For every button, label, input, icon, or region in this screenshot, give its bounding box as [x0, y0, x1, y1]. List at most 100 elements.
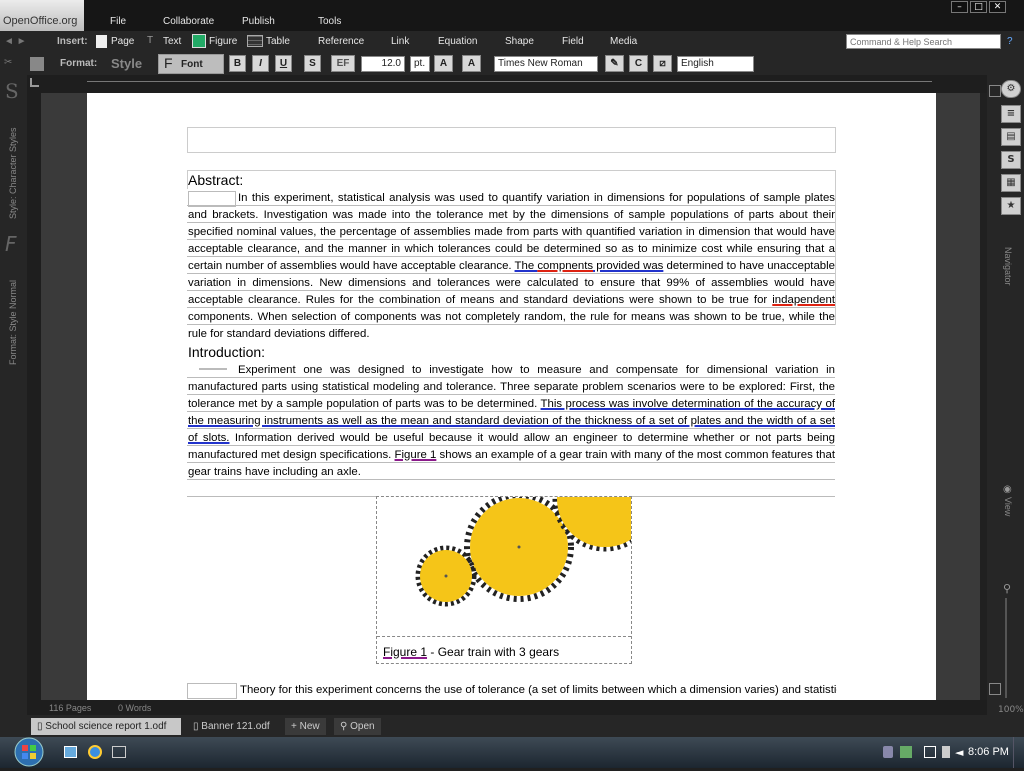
- close-button[interactable]: ✕: [989, 1, 1006, 13]
- abstract-heading[interactable]: Abstract:: [188, 172, 243, 188]
- italic-button[interactable]: I: [252, 55, 269, 72]
- character-style-panel-icon[interactable]: S: [1001, 151, 1021, 169]
- gear-train-image[interactable]: [377, 446, 658, 637]
- figure-frame[interactable]: Figure 1 - Gear train with 3 gears: [376, 446, 658, 664]
- show-desktop-button[interactable]: [1013, 737, 1024, 768]
- menu-tools[interactable]: Tools: [318, 16, 341, 27]
- caption-text: - Gear train with 3 gears: [427, 645, 560, 659]
- insert-reference[interactable]: Reference: [318, 36, 364, 47]
- command-search-input[interactable]: [846, 34, 1001, 49]
- style-label[interactable]: Style: [111, 56, 142, 71]
- eye-icon[interactable]: ◉: [1003, 484, 1012, 495]
- format-style-icon[interactable]: F: [5, 232, 17, 256]
- text-icon[interactable]: T: [147, 35, 153, 46]
- gallery-icon[interactable]: ★: [1001, 197, 1021, 215]
- abstract-spelling-2: indapendent: [772, 294, 835, 306]
- language-select[interactable]: English: [677, 56, 754, 72]
- page-style-icon[interactable]: ▤: [1001, 128, 1021, 146]
- maximize-button[interactable]: □: [970, 1, 987, 13]
- format-style-label[interactable]: Format: Style Normal: [8, 265, 18, 365]
- help-icon[interactable]: ?: [1007, 36, 1013, 47]
- settings-icon[interactable]: ⚙: [1001, 80, 1021, 98]
- clock[interactable]: 8:06 PM: [968, 746, 1009, 758]
- tab-new[interactable]: + New: [285, 718, 326, 735]
- quicklaunch-desktop-icon[interactable]: [64, 746, 77, 758]
- table-style-icon[interactable]: ▦: [1001, 174, 1021, 192]
- font-effects-icon[interactable]: EF: [331, 55, 355, 72]
- bold-button[interactable]: B: [229, 55, 246, 72]
- back-icon[interactable]: ◄ ►: [4, 36, 27, 47]
- size-unit-select[interactable]: pt.: [410, 56, 430, 72]
- navigator-label[interactable]: Navigator: [1003, 247, 1013, 297]
- strike-button[interactable]: S: [304, 55, 321, 72]
- introduction-paragraph[interactable]: Experiment one was designed to investiga…: [188, 362, 835, 481]
- insert-media[interactable]: Media: [610, 36, 637, 47]
- ruler-scale: [87, 81, 932, 88]
- start-button[interactable]: [9, 737, 49, 768]
- volume-icon[interactable]: ◄: [955, 746, 965, 759]
- insert-page[interactable]: Page: [111, 36, 134, 47]
- abstract-paragraph[interactable]: In this experiment, statistical analysis…: [188, 190, 835, 343]
- paste-icon[interactable]: [30, 57, 44, 71]
- scroll-up-button[interactable]: [989, 85, 1001, 97]
- page-header-frame[interactable]: [187, 127, 836, 153]
- safely-remove-icon[interactable]: [924, 746, 936, 758]
- insert-field[interactable]: Field: [562, 36, 584, 47]
- figure-caption[interactable]: Figure 1 - Gear train with 3 gears: [383, 645, 559, 659]
- insert-link[interactable]: Link: [391, 36, 409, 47]
- internet-explorer-icon[interactable]: [88, 745, 102, 759]
- superscript-button[interactable]: A: [434, 55, 453, 72]
- subscript-button[interactable]: A: [462, 55, 481, 72]
- scroll-down-button[interactable]: [989, 683, 1001, 695]
- status-bar: 116 Pages 0 Words: [41, 701, 301, 713]
- insert-shape[interactable]: Shape: [505, 36, 534, 47]
- minimize-button[interactable]: –: [951, 1, 968, 13]
- horizontal-ruler[interactable]: [27, 75, 987, 93]
- network-icon[interactable]: [900, 746, 912, 758]
- theory-paragraph[interactable]: Theory for this experiment concerns the …: [240, 682, 837, 699]
- menu-file[interactable]: File: [110, 16, 126, 27]
- cut-icon[interactable]: ✂: [4, 57, 12, 68]
- document-page[interactable]: Abstract: In this experiment, statistica…: [87, 93, 936, 700]
- tab-banner[interactable]: ▯ Banner 121.odf: [187, 718, 276, 735]
- windows-logo-icon: [14, 737, 44, 767]
- introduction-heading[interactable]: Introduction:: [188, 344, 265, 360]
- tab-open[interactable]: ⚲ Open: [334, 718, 381, 735]
- underline-button[interactable]: U: [275, 55, 292, 72]
- insert-equation[interactable]: Equation: [438, 36, 477, 47]
- font-name-select[interactable]: Times New Roman: [494, 56, 598, 72]
- insert-table[interactable]: Table: [266, 36, 290, 47]
- tab-school-science-report[interactable]: ▯ School science report 1.odf: [31, 718, 181, 735]
- large-gear-icon: [464, 492, 574, 602]
- paragraph-style-icon[interactable]: ≡: [1001, 105, 1021, 123]
- character-styles-label[interactable]: Style: Character Styles: [8, 109, 18, 219]
- tab-label: New: [299, 721, 320, 732]
- vertical-ruler[interactable]: [27, 93, 41, 700]
- menu-publish[interactable]: Publish: [242, 16, 275, 27]
- zoom-slider[interactable]: [1005, 598, 1007, 698]
- table-icon[interactable]: [247, 35, 263, 47]
- character-style-icon[interactable]: S: [5, 79, 19, 103]
- figure-1-reference[interactable]: Figure 1: [395, 449, 437, 461]
- zoom-percent: 100%: [998, 705, 1024, 715]
- view-label[interactable]: View: [1003, 497, 1013, 527]
- logo-text: OpenOffice: [3, 15, 59, 27]
- document-area[interactable]: Abstract: In this experiment, statistica…: [41, 93, 980, 700]
- tab-label: Banner 121.odf: [201, 721, 270, 732]
- insert-figure[interactable]: Figure: [209, 36, 237, 47]
- figure-icon[interactable]: [192, 34, 206, 48]
- font-size-field[interactable]: 12.0: [361, 56, 405, 72]
- menu-collaborate[interactable]: Collaborate: [163, 16, 214, 27]
- font-color-icon[interactable]: ✎: [605, 55, 624, 72]
- zoom-icon[interactable]: ⚲: [1003, 582, 1011, 595]
- battery-icon[interactable]: [942, 746, 950, 758]
- char-color-icon[interactable]: C: [629, 55, 648, 72]
- tab-stop-icon[interactable]: [30, 78, 39, 87]
- switch-windows-icon[interactable]: [112, 746, 126, 758]
- openoffice-logo[interactable]: OpenOffice.org: [0, 0, 84, 31]
- word-count: 0 Words: [118, 703, 152, 713]
- highlight-icon[interactable]: ⧄: [653, 55, 672, 72]
- page-icon[interactable]: [96, 35, 107, 48]
- lock-icon[interactable]: [883, 746, 893, 758]
- insert-text[interactable]: Text: [163, 36, 181, 47]
